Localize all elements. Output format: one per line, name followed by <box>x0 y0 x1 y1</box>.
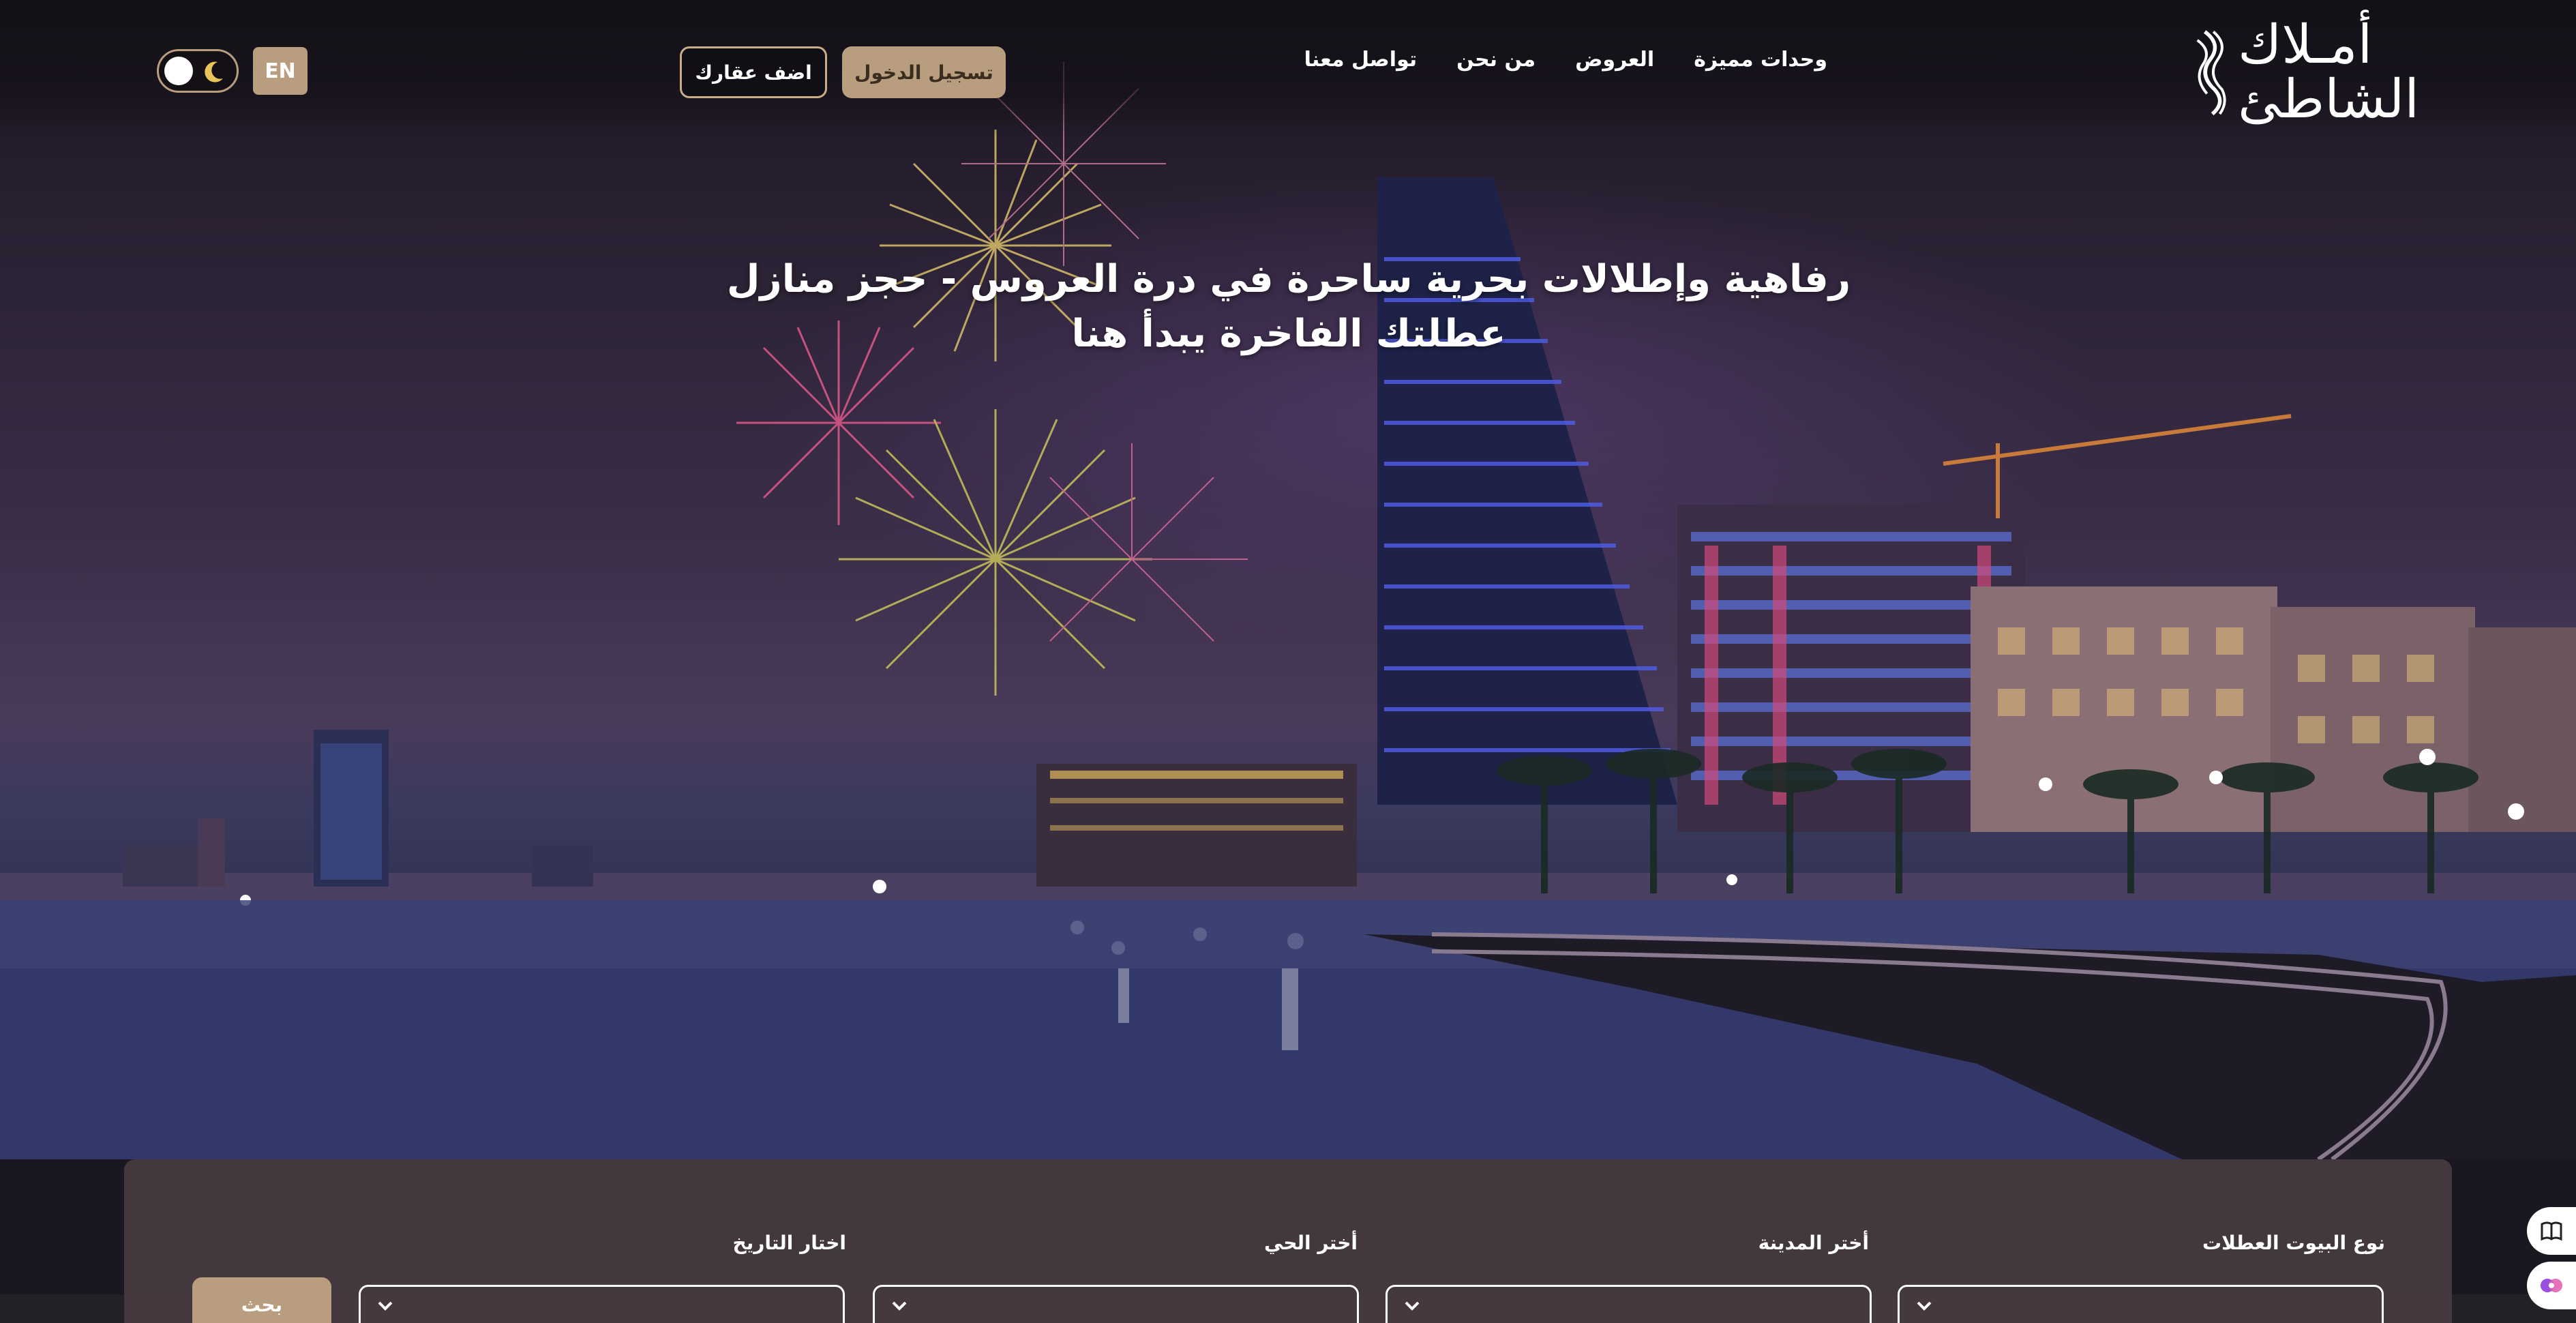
nav-offers[interactable]: العروض <box>1575 48 1654 72</box>
page: أمـلاك الشاطئ وحدات مميزة العروض من نحن … <box>0 0 2576 1323</box>
field-label-district: أختر الحي <box>1264 1232 1358 1254</box>
logo-line-1: أمـلاك <box>2238 14 2373 76</box>
theme-toggle[interactable] <box>157 49 239 93</box>
chevron-down-icon <box>378 1301 393 1311</box>
fireworks <box>736 61 1248 696</box>
language-switch-button[interactable]: EN <box>253 47 308 95</box>
login-button[interactable]: تسجيل الدخول <box>842 46 1006 98</box>
holiday-home-type-select[interactable] <box>1898 1285 2384 1323</box>
nav-contact-us[interactable]: تواصل معنا <box>1304 48 1418 72</box>
book-icon <box>2541 1221 2562 1241</box>
hero-title: رفاهية وإطلالات بحرية ساحرة في درة العرو… <box>726 257 1851 356</box>
moon-icon <box>205 61 223 83</box>
reader-widget-button[interactable] <box>2527 1207 2576 1255</box>
city-skyline-illustration <box>0 61 2576 1159</box>
accessibility-icon <box>2541 1279 2562 1292</box>
district-select[interactable] <box>873 1285 1359 1323</box>
field-label-holiday-home-type: نوع البيوت العطلات <box>2202 1232 2385 1254</box>
residential-buildings <box>1971 586 2576 832</box>
search-button[interactable]: بحث <box>192 1277 331 1323</box>
toggle-knob <box>164 57 193 85</box>
distant-towers <box>123 730 1357 887</box>
hero-background <box>0 0 2576 1159</box>
chevron-down-icon <box>1405 1301 1420 1311</box>
add-property-button[interactable]: اضف عقارك <box>680 46 827 98</box>
field-label-date: اختار التاريخ <box>732 1232 846 1254</box>
city-select[interactable] <box>1386 1285 1872 1323</box>
nav-about-us[interactable]: من نحن <box>1456 48 1536 72</box>
wave-logo-icon <box>2196 30 2226 116</box>
crane <box>1943 414 2292 518</box>
logo-wordmark: أمـلاك الشاطئ <box>2238 18 2419 126</box>
site-header: أمـلاك الشاطئ وحدات مميزة العروض من نحن … <box>0 0 2576 136</box>
nav-featured-units[interactable]: وحدات مميزة <box>1694 48 1827 72</box>
chevron-down-icon <box>1917 1301 1932 1311</box>
date-select[interactable] <box>359 1285 845 1323</box>
accessibility-widget-button[interactable] <box>2527 1262 2576 1309</box>
main-nav: وحدات مميزة العروض من نحن تواصل معنا <box>1304 48 1827 72</box>
chevron-down-icon <box>892 1301 907 1311</box>
field-label-city: أختر المدينة <box>1758 1232 1869 1254</box>
brand-logo[interactable]: أمـلاك الشاطئ <box>2194 18 2419 127</box>
logo-line-2: الشاطئ <box>2238 69 2419 130</box>
